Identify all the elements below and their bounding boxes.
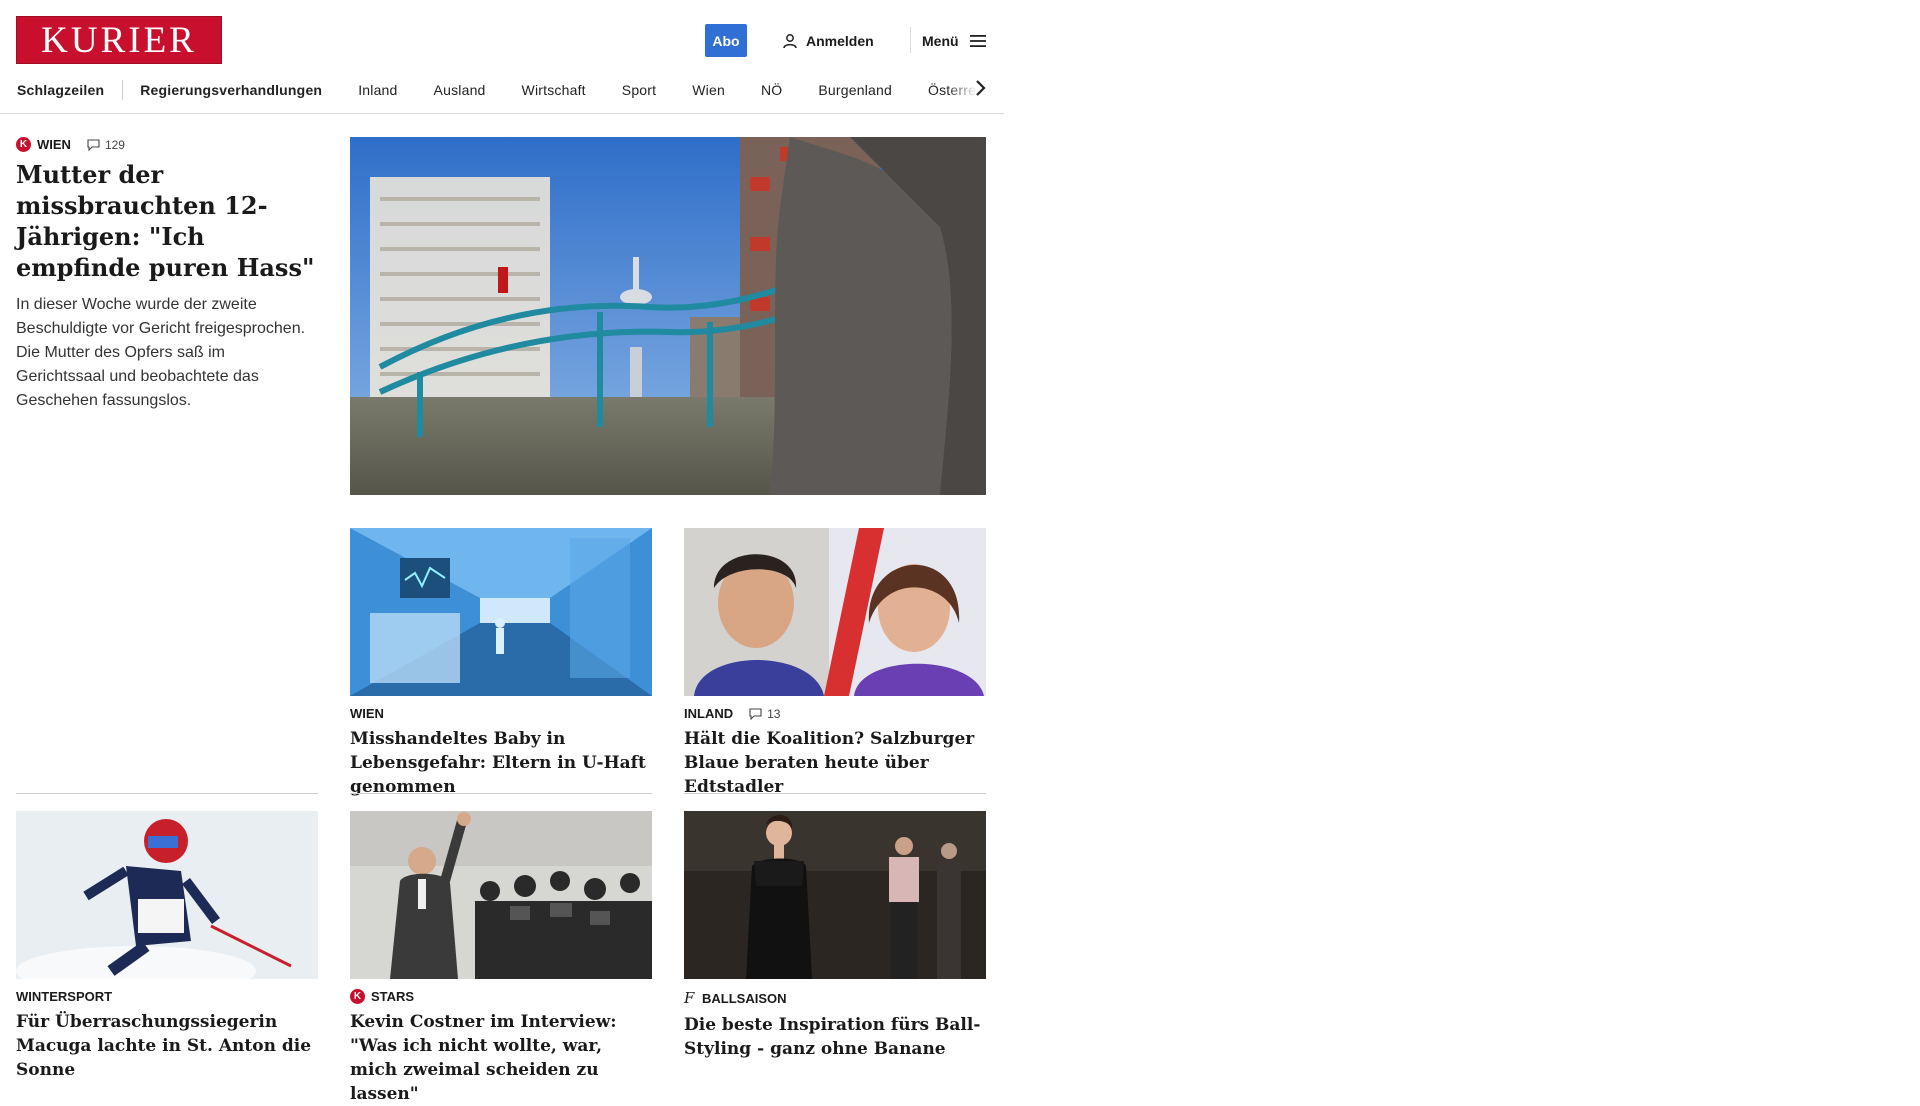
lead-image[interactable]	[350, 137, 986, 495]
comment-icon	[749, 707, 762, 720]
article-card-koalition: INLAND 13 Hält die Koalition? Salzburger…	[684, 528, 986, 799]
menu-label: Menü	[922, 33, 959, 49]
lead-teaser: In dieser Woche wurde der zweite Beschul…	[16, 296, 306, 409]
nav-item-regierungsverhandlungen[interactable]: Regierungsverhandlungen	[140, 82, 322, 98]
card-kicker: WINTERSPORT	[16, 989, 318, 1004]
nav-separator	[122, 80, 124, 100]
article-card-costner: K STARS Kevin Costner im Interview: "Was…	[350, 811, 652, 1106]
article-card-ballsaison: f BALLSAISON Die beste Inspiration fürs …	[684, 811, 986, 1061]
hamburger-icon	[969, 35, 986, 47]
divider	[350, 793, 652, 794]
nav-item-schlagzeilen[interactable]: Schlagzeilen	[17, 82, 104, 98]
runway-photo-illustration	[684, 811, 986, 979]
lead-photo-illustration	[350, 137, 986, 495]
card-headline[interactable]: Die beste Inspiration fürs Ball-Sty­ling…	[684, 1013, 986, 1061]
card-headline[interactable]: Hält die Koalition? Salzburger Blaue ber…	[684, 727, 986, 799]
kurier-plus-badge: K	[16, 137, 31, 152]
card-section-label[interactable]: WINTERSPORT	[16, 989, 112, 1004]
article-card-baby: WIEN Misshandeltes Baby in Lebensge­fahr…	[350, 528, 652, 799]
lead-section-label[interactable]: WIEN	[37, 137, 71, 152]
section-nav: Schlagzeilen Regierungsverhandlungen Inl…	[0, 70, 1004, 114]
comment-count[interactable]: 13	[749, 707, 780, 721]
nav-item-noe[interactable]: NÖ	[761, 82, 782, 98]
comment-count-label: 13	[767, 706, 781, 721]
login-label: Anmelden	[806, 33, 874, 49]
skier-photo-illustration	[16, 811, 318, 979]
login-button[interactable]: Anmelden	[782, 29, 874, 53]
card-headline[interactable]: Für Überraschungssiegerin Ma­cuga lachte…	[16, 1010, 318, 1082]
page: KURIER Abo Anmelden Menü Schlagzeilen Re…	[0, 0, 1004, 1104]
nav-items: Schlagzeilen Regierungsverhandlungen Inl…	[17, 80, 1004, 100]
nav-item-ausland[interactable]: Ausland	[434, 82, 486, 98]
lead-headline[interactable]: Mutter der missbrauch­ten 12-Jährigen: "…	[16, 159, 318, 283]
red-carpet-photo-illustration	[350, 811, 652, 979]
article-image-hospital[interactable]	[350, 528, 652, 696]
article-card-wintersport: WINTERSPORT Für Überraschungssiegerin Ma…	[16, 811, 318, 1082]
nav-item-wien[interactable]: Wien	[692, 82, 725, 98]
nav-item-burgenland[interactable]: Burgenland	[818, 82, 892, 98]
article-image-runway[interactable]	[684, 811, 986, 979]
card-section-label[interactable]: WIEN	[350, 706, 384, 721]
article-image-costner[interactable]	[350, 811, 652, 979]
nav-item-wirtschaft[interactable]: Wirtschaft	[522, 82, 586, 98]
comment-count-label: 129	[104, 137, 125, 152]
card-kicker: WIEN	[350, 706, 652, 721]
hospital-photo-illustration	[350, 528, 652, 696]
comment-icon	[87, 138, 100, 151]
chevron-right-icon[interactable]	[972, 78, 988, 98]
header-divider	[910, 27, 911, 53]
kurier-plus-badge: K	[350, 989, 365, 1004]
user-icon	[783, 34, 797, 49]
menu-button[interactable]: Menü	[922, 29, 987, 53]
card-section-label[interactable]: INLAND	[684, 706, 733, 721]
article-image-politicians[interactable]	[684, 528, 986, 696]
divider	[16, 793, 318, 794]
nav-item-inland[interactable]: Inland	[358, 82, 397, 98]
divider	[684, 793, 986, 794]
card-headline[interactable]: Kevin Costner im Interview: "Was ich nic…	[350, 1010, 652, 1106]
lead-kicker: K WIEN 129	[16, 137, 318, 152]
article-image-skier[interactable]	[16, 811, 318, 979]
abo-button[interactable]: Abo	[705, 24, 747, 57]
nav-item-sport[interactable]: Sport	[622, 82, 656, 98]
card-kicker: f BALLSAISON	[684, 989, 986, 1007]
comment-count[interactable]: 129	[87, 138, 125, 152]
f-script-icon: f	[684, 989, 695, 1007]
card-headline[interactable]: Misshandeltes Baby in Lebensge­fahr: Elt…	[350, 727, 652, 799]
card-section-label[interactable]: BALLSAISON	[702, 991, 787, 1006]
lead-story: K WIEN 129 Mutter der missbrauch­ten 12-…	[16, 137, 318, 413]
politicians-photo-illustration	[684, 528, 986, 696]
kurier-logo[interactable]: KURIER	[16, 16, 222, 64]
card-section-label[interactable]: STARS	[371, 989, 414, 1004]
card-kicker: INLAND 13	[684, 706, 986, 721]
card-kicker: K STARS	[350, 989, 652, 1004]
